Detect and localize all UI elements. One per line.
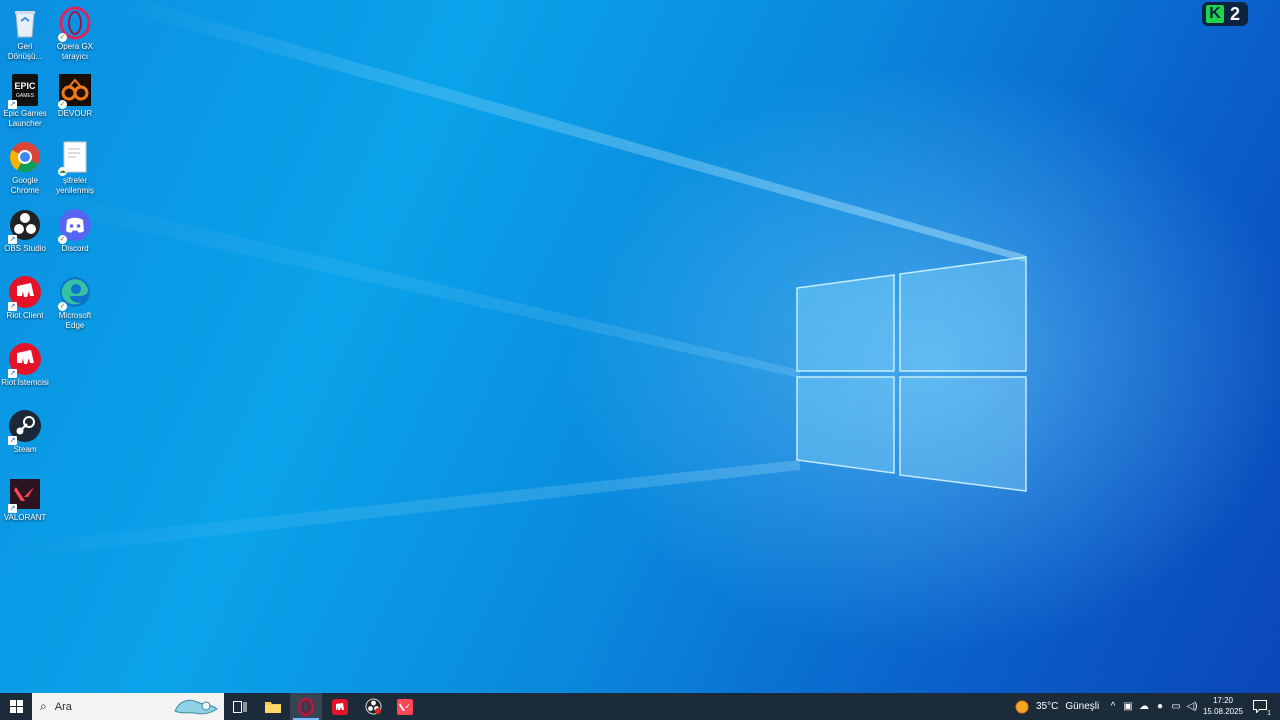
sync-status-icon: ✓ [58,33,67,42]
valorant-icon [397,698,413,715]
desktop-icon-riot-istemcisi[interactable]: ↗ Riot İstemcisi [0,338,50,388]
epic-games-icon: EPIC GAMES ↗ [8,73,42,109]
sync-status-icon: ✓ [58,100,67,109]
shortcut-arrow-icon: ↗ [8,235,17,244]
notification-count: 1 [1267,710,1271,717]
k-logo-icon: K [1206,5,1224,23]
tray-app-icon[interactable]: ▣ [1120,701,1136,712]
opera-gx-icon: ✓ [58,6,92,42]
desktop-icon-label: VALORANT [3,513,47,522]
obs-icon [365,698,381,715]
weather-temperature: 35°C [1036,701,1059,712]
opera-gx-icon [298,697,314,716]
desktop-icon-label: Geri Dönüşü... [7,42,43,61]
show-hidden-icons-chevron-up-icon[interactable]: ^ [1106,701,1120,712]
network-icon[interactable]: ▭ [1168,701,1184,712]
notification-center-button[interactable]: 1 [1248,693,1272,720]
recycle-bin-icon [8,6,42,40]
obs-icon: ↗ [8,208,42,244]
desktop-icon-recycle-bin[interactable]: Geri Dönüşü... [0,2,50,61]
valorant-icon: ↗ [8,477,42,513]
desktop-icon-chrome[interactable]: Google Chrome [0,136,50,195]
cloud-sync-icon[interactable]: ☁ [1136,701,1152,712]
desktop-icon-valorant[interactable]: ↗ VALORANT [0,473,50,523]
clock-date: 15.08.2025 [1202,707,1244,716]
system-tray: ^ ▣ ☁ ● ▭ ◁) [1106,693,1200,720]
task-view-icon [233,700,247,713]
desktop-icon-label: Google Chrome [10,176,40,195]
cloud-status-icon: ☁ [58,167,67,176]
taskbar: ⌕ Ara 35°C Güneşli ^ ▣ ☁ ● ▭ ◁) 17:20 15… [0,693,1280,720]
taskbar-valorant[interactable] [389,693,421,720]
search-placeholder: Ara [54,700,72,713]
devour-icon: ✓ [58,73,92,109]
desktop-icon-riot-client[interactable]: ↗ Riot Client [0,271,50,321]
desktop-icon-steam[interactable]: ↗ Steam [0,405,50,455]
document-icon: ☁ [58,140,92,176]
task-view-button[interactable] [224,693,256,720]
chrome-icon [8,140,42,174]
folder-icon [265,702,281,713]
weather-widget[interactable]: 35°C Güneşli [1014,693,1099,720]
steam-icon: ↗ [8,409,42,445]
riot-client-icon [332,698,348,715]
shortcut-arrow-icon: ↗ [8,369,17,378]
search-highlight-icon [174,699,218,715]
riot-client-icon: ↗ [8,342,42,378]
shortcut-arrow-icon: ↗ [8,436,17,445]
desktop-icon-label: şifreler yenilenmiş [56,176,94,195]
edge-icon: ✓ [58,275,92,311]
desktop-icon-label: Microsoft Edge [58,311,92,330]
desktop-icon-obs[interactable]: ↗ OBS Studio [0,204,50,254]
desktop-icon-edge[interactable]: ✓ Microsoft Edge [50,271,100,330]
desktop-icon-label: DEVOUR [57,109,93,118]
windows-start-icon [9,700,23,713]
taskbar-obs-studio[interactable] [357,693,389,720]
riot-client-icon: ↗ [8,275,42,311]
svg-text:GAMES: GAMES [16,93,35,99]
shortcut-arrow-icon: ↗ [8,504,17,513]
taskbar-riot-client[interactable] [323,693,357,720]
discord-icon: ✓ [58,208,92,244]
shortcut-arrow-icon: ↗ [8,302,17,311]
overlay-badge[interactable]: K 2 [1202,2,1248,26]
sun-icon [1015,700,1029,713]
desktop-icon-label: Discord [61,244,89,253]
desktop-icon-devour[interactable]: ✓ DEVOUR [50,69,100,119]
overlay-count: 2 [1230,3,1241,24]
system-clock[interactable]: 17:20 15.08.2025 [1198,695,1248,717]
desktop-icon-label: Riot Client [6,311,44,320]
desktop-icon-label: Opera GX tarayıcı [56,42,93,61]
shortcut-arrow-icon: ↗ [8,100,17,109]
windows-logo-wallpaper [796,256,1027,492]
start-button[interactable] [0,693,32,720]
desktop-icon-discord[interactable]: ✓ Discord [50,204,100,254]
weather-condition: Güneşli [1065,701,1100,712]
search-box[interactable]: ⌕ Ara [32,693,224,720]
desktop-icon-label: OBS Studio [4,244,46,253]
desktop-icon-label: Steam [13,445,37,454]
clock-time: 17:20 [1212,696,1234,705]
desktop-icon-opera-gx[interactable]: ✓ Opera GX tarayıcı [50,2,100,61]
svg-text:EPIC: EPIC [14,81,36,91]
sync-status-icon: ✓ [58,302,67,311]
microphone-icon[interactable]: ● [1152,701,1168,712]
search-icon: ⌕ [40,699,47,713]
desktop-icon-sifreler[interactable]: ☁ şifreler yenilenmiş [50,136,100,195]
taskbar-opera-gx[interactable] [290,693,322,720]
desktop-icon-label: Riot İstemcisi [1,378,49,387]
sync-status-icon: ✓ [58,235,67,244]
desktop-icon-label: Epic Games Launcher [3,109,47,128]
taskbar-file-explorer[interactable] [257,693,289,720]
desktop-background [0,0,1280,693]
desktop-icon-epic-games[interactable]: EPIC GAMES ↗ Epic Games Launcher [0,69,50,128]
notification-icon [1253,700,1267,713]
